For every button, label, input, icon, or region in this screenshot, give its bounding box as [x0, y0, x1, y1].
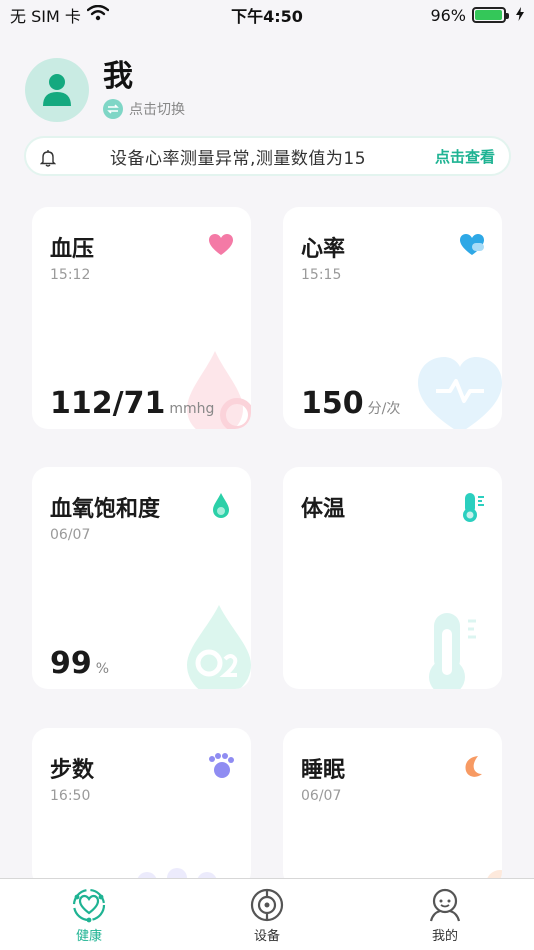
tab-device[interactable]: 设备 — [217, 887, 317, 944]
card-value: 150 — [301, 386, 364, 421]
card-temperature[interactable]: 体温 — [283, 467, 502, 689]
carrier-label: 无 SIM 卡 — [10, 7, 81, 26]
user-icon — [43, 74, 71, 106]
moon-icon — [465, 756, 482, 777]
tab-mine[interactable]: 我的 — [395, 887, 495, 944]
battery-percent: 96% — [430, 5, 466, 25]
card-title: 心率 — [301, 237, 346, 262]
switch-icon — [103, 99, 123, 119]
thermometer-icon — [463, 493, 484, 522]
card-time: 06/07 — [301, 788, 342, 804]
tab-label: 设备 — [253, 929, 280, 944]
card-blood-oxygen[interactable]: 血氧饱和度 06/07 99 % — [32, 467, 251, 689]
profile-header[interactable]: 我 点击切换 — [25, 58, 185, 122]
card-steps[interactable]: 步数 16:50 — [32, 728, 251, 888]
footprint-icon — [209, 753, 234, 778]
card-value: 99 — [50, 646, 92, 681]
device-icon — [250, 888, 284, 922]
notice-banner[interactable]: 设备心率测量异常,测量数值为15 点击查看 — [24, 136, 511, 176]
view-notice-link[interactable]: 点击查看 — [435, 146, 495, 167]
card-sleep[interactable]: 睡眠 06/07 — [283, 728, 502, 888]
card-title: 步数 — [50, 758, 95, 783]
card-time: 16:50 — [50, 788, 91, 804]
card-blood-pressure[interactable]: 血压 15:12 112/71 mmhg — [32, 207, 251, 429]
heart-rate-icon — [460, 234, 484, 255]
card-title: 血压 — [50, 237, 95, 262]
tab-bar: 健康 设备 我的 — [0, 878, 534, 950]
heart-decoration-icon — [418, 357, 502, 429]
switch-label: 点击切换 — [129, 102, 185, 118]
bell-icon — [39, 149, 57, 171]
card-unit: mmhg — [169, 401, 215, 417]
status-bar: 无 SIM 卡 下午4:50 96% — [0, 0, 534, 30]
thermometer-decoration-icon — [429, 613, 476, 689]
heart-icon — [209, 234, 233, 255]
charging-icon — [516, 6, 524, 25]
avatar[interactable] — [25, 58, 89, 122]
card-time: 06/07 — [50, 527, 91, 543]
switch-user-button[interactable]: 点击切换 — [103, 99, 185, 119]
profile-name: 我 — [103, 59, 133, 94]
wifi-icon — [86, 4, 110, 25]
card-time: 15:15 — [301, 267, 342, 283]
battery-fill — [475, 10, 502, 20]
battery-icon — [472, 7, 509, 23]
card-title: 睡眠 — [301, 758, 346, 783]
heart-health-icon — [72, 888, 106, 923]
notice-text: 设备心率测量异常,测量数值为15 — [110, 148, 367, 169]
card-time: 15:12 — [50, 267, 91, 283]
card-unit: % — [95, 661, 110, 677]
card-title: 体温 — [301, 497, 346, 522]
tab-label: 我的 — [431, 929, 458, 944]
card-unit: 分/次 — [367, 401, 401, 417]
water-drop-icon — [213, 493, 229, 518]
card-heart-rate[interactable]: 心率 15:15 150 分/次 — [283, 207, 502, 429]
o2-drop-decoration-icon — [187, 605, 251, 689]
tab-label: 健康 — [75, 929, 102, 944]
card-value: 112/71 — [50, 386, 166, 421]
person-icon — [429, 888, 461, 922]
tab-health[interactable]: 健康 — [39, 887, 139, 944]
card-title: 血氧饱和度 — [50, 497, 161, 522]
